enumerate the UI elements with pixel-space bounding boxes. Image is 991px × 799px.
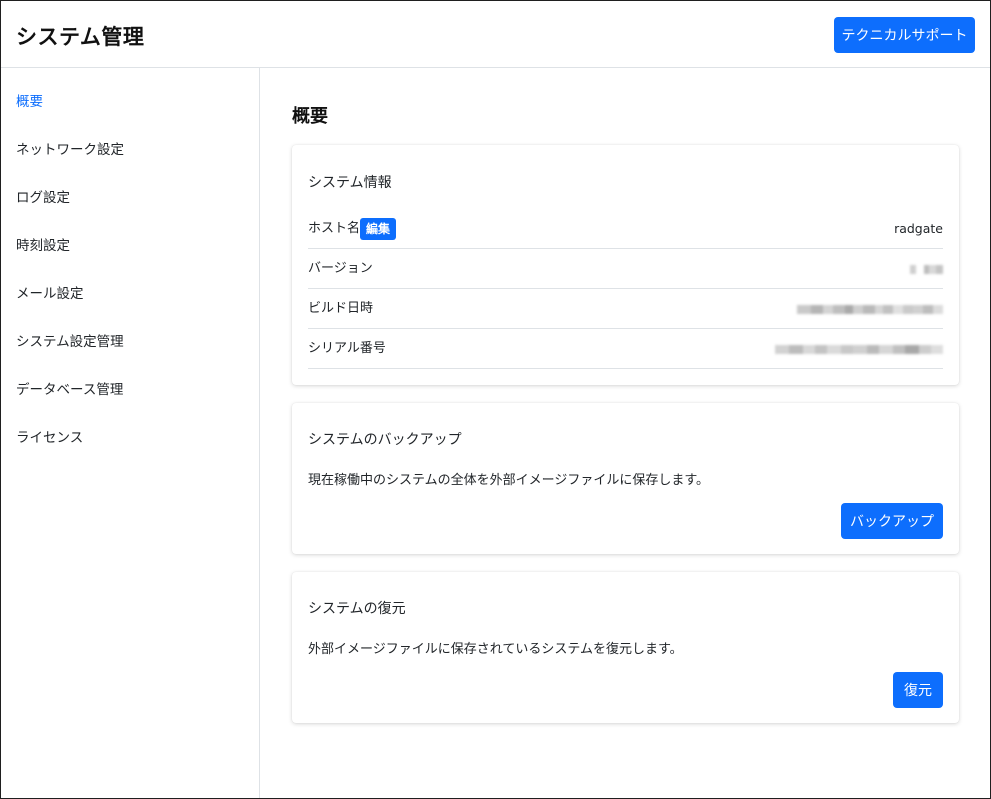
app-title: システム管理 [16, 25, 145, 49]
restore-card: システムの復元 外部イメージファイルに保存されているシステムを復元します。 復元 [292, 572, 959, 723]
sidebar-item-time-settings[interactable]: 時刻設定 [1, 222, 259, 270]
hostname-row: ホスト名 編集 radgate [308, 209, 943, 249]
build-date-row: ビルド日時 [308, 289, 943, 329]
sidebar-item-network-settings[interactable]: ネットワーク設定 [1, 126, 259, 174]
serial-number-label: シリアル番号 [308, 341, 386, 356]
sidebar: 概要 ネットワーク設定 ログ設定 時刻設定 メール設定 システム設定管理 データ… [1, 68, 260, 798]
version-value-redacted [910, 265, 943, 274]
sidebar-item-overview[interactable]: 概要 [1, 78, 259, 126]
version-row: バージョン [308, 249, 943, 289]
build-date-label: ビルド日時 [308, 301, 374, 316]
page-title: 概要 [292, 106, 328, 127]
backup-description: 現在稼働中のシステムの全体を外部イメージファイルに保存します。 [308, 473, 710, 488]
sidebar-item-system-config-management[interactable]: システム設定管理 [1, 318, 259, 366]
hostname-label: ホスト名 [308, 221, 361, 236]
main-content: 概要 システム情報 ホスト名 編集 radgate バージョン ビルド日時 シリ… [260, 68, 990, 798]
backup-button[interactable]: バックアップ [841, 503, 943, 539]
system-info-card: システム情報 ホスト名 編集 radgate バージョン ビルド日時 シリアル番… [292, 145, 959, 385]
backup-title: システムのバックアップ [308, 432, 462, 448]
sidebar-item-database-management[interactable]: データベース管理 [1, 366, 259, 414]
sidebar-item-mail-settings[interactable]: メール設定 [1, 270, 259, 318]
system-info-title: システム情報 [308, 175, 392, 191]
edit-hostname-button[interactable]: 編集 [360, 218, 396, 240]
version-label: バージョン [308, 261, 373, 276]
technical-support-button[interactable]: テクニカルサポート [834, 17, 975, 53]
restore-title: システムの復元 [308, 601, 406, 617]
hostname-value: radgate [894, 221, 943, 236]
build-date-value-redacted [797, 305, 943, 314]
serial-number-row: シリアル番号 [308, 329, 943, 369]
backup-card: システムのバックアップ 現在稼働中のシステムの全体を外部イメージファイルに保存し… [292, 403, 959, 554]
sidebar-item-log-settings[interactable]: ログ設定 [1, 174, 259, 222]
top-header: システム管理 テクニカルサポート [1, 1, 990, 68]
restore-description: 外部イメージファイルに保存されているシステムを復元します。 [308, 642, 683, 657]
restore-button[interactable]: 復元 [893, 672, 943, 708]
serial-number-value-redacted [775, 345, 943, 354]
sidebar-item-license[interactable]: ライセンス [1, 414, 259, 462]
